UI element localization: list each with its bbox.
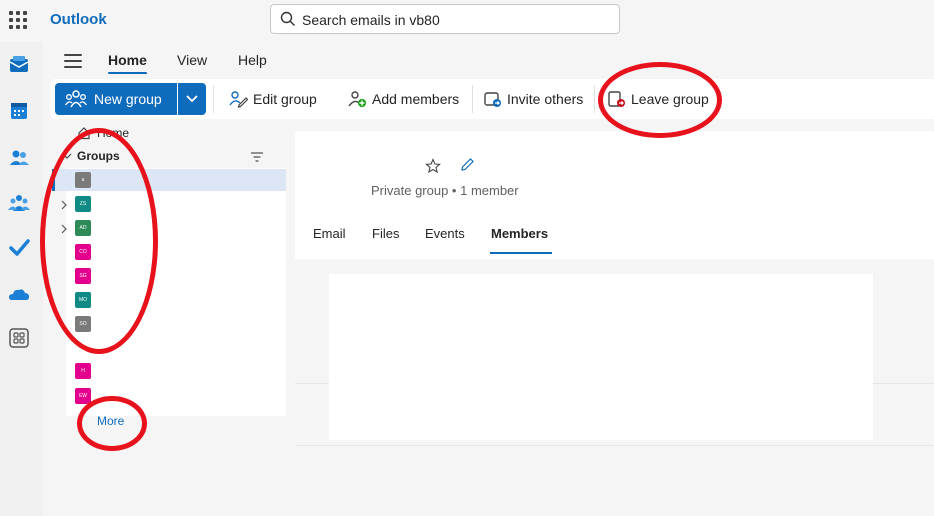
edit-group-button[interactable]: Edit group — [229, 85, 317, 113]
tab-help[interactable]: Help — [238, 52, 267, 68]
new-group-dropdown-button[interactable] — [178, 83, 206, 115]
tab-files[interactable]: Files — [372, 226, 399, 241]
todo-icon[interactable] — [8, 237, 30, 259]
star-icon[interactable] — [425, 158, 441, 174]
new-group-label: New group — [94, 91, 162, 107]
tab-view[interactable]: View — [177, 52, 207, 68]
onedrive-icon[interactable] — [8, 284, 30, 306]
app-rail — [0, 42, 43, 516]
invite-others-button[interactable]: Invite others — [483, 85, 583, 113]
add-members-button[interactable]: Add members — [348, 85, 459, 113]
search-box[interactable]: Search emails in vb80 — [270, 4, 620, 34]
app-brand[interactable]: Outlook — [50, 11, 107, 28]
chevron-down-icon — [186, 95, 198, 103]
annotation-leave-group — [598, 62, 722, 138]
mail-icon[interactable] — [8, 54, 30, 76]
search-icon — [280, 11, 295, 26]
app-launcher-icon[interactable] — [9, 11, 27, 29]
divider — [295, 445, 934, 446]
invite-others-icon — [484, 92, 501, 107]
add-members-icon — [348, 91, 366, 107]
group-avatar[interactable]: H — [75, 363, 91, 379]
more-apps-icon[interactable] — [8, 327, 30, 349]
pencil-icon[interactable] — [459, 157, 475, 173]
new-group-icon — [65, 90, 87, 108]
top-bar: Outlook Search emails in vb80 — [0, 0, 934, 42]
group-photo[interactable] — [300, 142, 363, 210]
annotation-more-link — [77, 396, 147, 451]
new-group-button[interactable]: New group — [55, 83, 177, 115]
ribbon-divider — [213, 85, 214, 113]
calendar-icon[interactable] — [8, 100, 30, 122]
members-list-panel — [329, 274, 873, 440]
people-icon[interactable] — [8, 147, 30, 169]
tab-home-underline — [108, 72, 147, 74]
invite-others-label: Invite others — [507, 91, 584, 107]
search-placeholder: Search emails in vb80 — [302, 12, 440, 28]
tab-events[interactable]: Events — [425, 226, 465, 241]
edit-group-label: Edit group — [253, 91, 317, 107]
tab-home[interactable]: Home — [108, 52, 147, 68]
group-name — [365, 150, 423, 178]
annotation-group-list — [40, 128, 158, 354]
group-privacy-text: Private group • 1 member — [371, 183, 519, 198]
ribbon-divider — [472, 85, 473, 113]
hamburger-menu-icon[interactable] — [64, 54, 82, 68]
add-members-label: Add members — [372, 91, 460, 107]
filter-icon[interactable] — [250, 151, 264, 163]
ribbon-divider — [594, 85, 595, 113]
tab-members[interactable]: Members — [491, 226, 548, 241]
tab-members-underline — [490, 252, 552, 254]
tab-email[interactable]: Email — [313, 226, 346, 241]
groups-icon[interactable] — [8, 192, 30, 214]
edit-group-icon — [229, 91, 248, 108]
